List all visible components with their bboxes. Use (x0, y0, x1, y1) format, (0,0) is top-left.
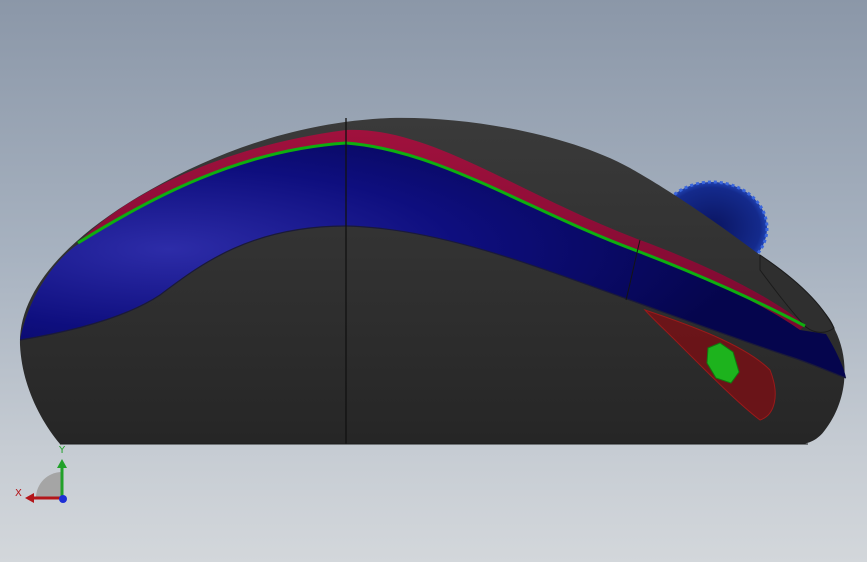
x-axis-label: X (15, 488, 22, 499)
x-axis-arrow (25, 493, 34, 503)
mouse-3d-model[interactable] (0, 0, 867, 562)
z-axis-dot (59, 495, 67, 503)
graphics-viewport[interactable]: Y X (0, 0, 867, 562)
y-axis-arrow (57, 459, 67, 468)
y-axis-label: Y (58, 445, 66, 456)
triad-quarter-disc (36, 472, 62, 498)
reference-triad: Y X (15, 445, 67, 503)
